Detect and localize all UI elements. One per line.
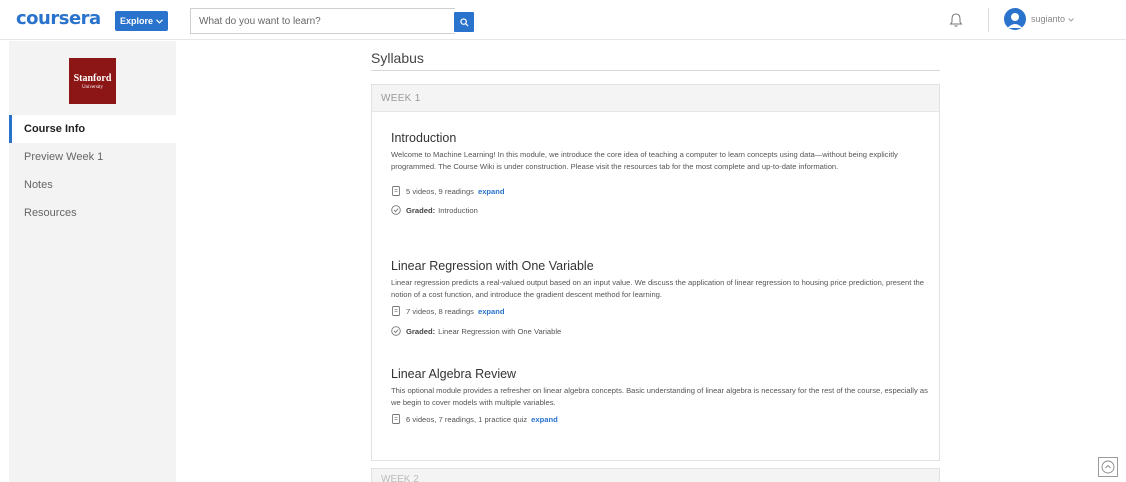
module-description: Welcome to Machine Learning! In this mod… [391,150,898,171]
module-content-summary: 5 videos, 9 readings expand [391,184,936,198]
week-panel: WEEK 1 Introduction Welcome to Machine L… [371,84,940,461]
week-panel-collapsed[interactable]: WEEK 2 [371,468,940,482]
chevron-down-icon [1067,18,1074,22]
content-count: 6 videos, 7 readings, 1 practice quiz [406,414,528,424]
course-sidebar: Stanford University Course Info Preview … [9,41,176,482]
sidebar-item-course-info[interactable]: Course Info [9,115,176,143]
top-header: coursera Explore sugianto [0,0,1126,40]
header-divider [988,8,989,32]
expand-link[interactable]: expand [478,187,505,196]
module-graded: Graded: Linear Regression with One Varia… [391,324,936,338]
module-card: Linear Algebra Review This optional modu… [391,367,936,426]
document-icon [392,186,400,197]
module-content-summary: 6 videos, 7 readings, 1 practice quiz ex… [391,412,936,426]
module-card: Introduction Welcome to Machine Learning… [391,131,936,217]
module-description: Linear regression predicts a real-valued… [391,278,925,299]
stanford-logo: Stanford University [69,58,116,104]
bell-icon[interactable] [948,12,964,28]
avatar-icon[interactable] [1004,8,1026,30]
expand-link[interactable]: expand [478,307,505,316]
sidebar-item-resources[interactable]: Resources [9,199,176,227]
module-description: This optional module provides a refreshe… [391,386,928,407]
scroll-to-top-button[interactable] [1098,457,1118,477]
content-count: 7 videos, 8 readings [406,306,474,316]
explore-button[interactable]: Explore [115,11,168,31]
university-name: Stanford [73,72,112,84]
search-icon [459,17,469,27]
graded-icon [391,205,401,215]
week-header: WEEK 1 [372,85,939,112]
coursera-logo[interactable]: coursera [16,8,101,29]
graded-value: Linear Regression with One Variable [438,326,562,336]
sidebar-item-notes[interactable]: Notes [9,171,176,199]
scroll-top-icon [1101,460,1115,474]
module-title: Linear Regression with One Variable [391,259,594,273]
username-label: sugianto [1031,14,1066,24]
title-divider [371,70,940,71]
document-icon [392,414,400,425]
graded-label: Graded: [406,326,436,336]
search-button[interactable] [454,12,474,32]
sidebar-item-label: Resources [24,207,77,219]
document-icon [392,306,400,317]
sidebar-item-label: Course Info [24,123,86,135]
chevron-down-icon [156,18,163,24]
sidebar-nav: Course Info Preview Week 1 Notes Resourc… [9,115,176,227]
week-header: WEEK 2 [381,474,419,482]
module-content-summary: 7 videos, 8 readings expand [391,304,936,318]
graded-value: Introduction [438,205,478,215]
university-subtitle: University [81,84,104,90]
page-title: Syllabus [371,50,424,66]
expand-link[interactable]: expand [531,415,558,424]
search-input[interactable] [190,8,455,34]
sidebar-item-label: Notes [24,179,53,191]
module-title: Linear Algebra Review [391,367,517,381]
sidebar-item-preview-week-1[interactable]: Preview Week 1 [9,143,176,171]
module-title: Introduction [391,131,457,145]
username-menu[interactable]: sugianto [1031,14,1074,24]
graded-label: Graded: [406,205,436,215]
module-graded: Graded: Introduction [391,203,936,217]
graded-icon [391,326,401,336]
sidebar-item-label: Preview Week 1 [24,151,104,163]
explore-label: Explore [119,16,153,26]
search-bar [190,8,474,34]
content-count: 5 videos, 9 readings [406,186,474,196]
module-card: Linear Regression with One Variable Line… [391,259,936,338]
